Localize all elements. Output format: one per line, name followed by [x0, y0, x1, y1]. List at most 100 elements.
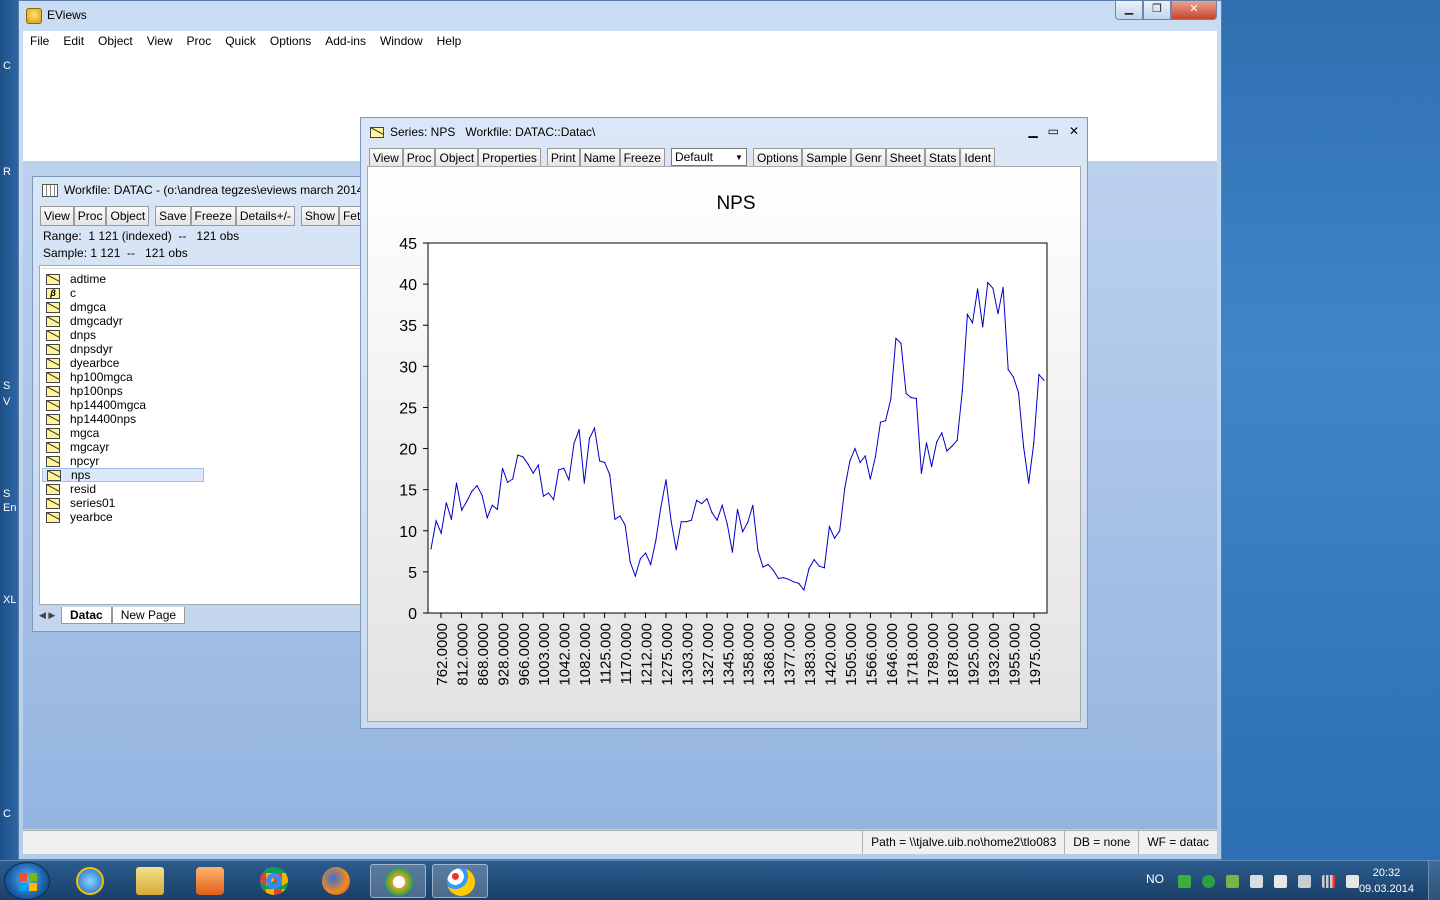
list-item[interactable]: npcyr [42, 454, 204, 468]
list-item[interactable]: nps [42, 468, 204, 482]
menu-file[interactable]: File [23, 31, 56, 51]
network-signal-icon[interactable] [1322, 875, 1335, 888]
data-point [501, 467, 504, 469]
list-item[interactable]: dnps [42, 328, 204, 342]
list-item[interactable]: yearbce [42, 510, 204, 524]
list-item[interactable]: hp100nps [42, 384, 204, 398]
title-bar[interactable]: EViews ▁ ❐ ✕ [19, 1, 1221, 31]
data-point [1033, 442, 1035, 444]
taskbar-eviews[interactable] [370, 864, 426, 898]
series-minimize-icon[interactable]: ▁ [1028, 124, 1037, 138]
series-view-button[interactable]: View [369, 148, 403, 168]
tray-add-icon[interactable] [1178, 875, 1191, 888]
clock[interactable]: 20:32 09.03.2014 [1359, 865, 1414, 897]
list-item[interactable]: series01 [42, 496, 204, 510]
list-item[interactable]: βc [42, 286, 204, 300]
x-tick-label: 1566.000 [863, 623, 880, 686]
eviews-app-icon[interactable] [26, 8, 42, 24]
taskbar-ie[interactable] [62, 864, 118, 898]
series-ident-button[interactable]: Ident [960, 148, 996, 168]
taskbar-media-player[interactable] [182, 864, 238, 898]
workfile-toolbar: View Proc Object Save Freeze Details+/- … [40, 206, 393, 226]
list-item[interactable]: dyearbce [42, 356, 204, 370]
menu-object[interactable]: Object [91, 31, 140, 51]
sample-info[interactable]: Sample: 1 121 -- 121 obs [43, 246, 188, 260]
maximize-button[interactable]: ❐ [1143, 1, 1171, 20]
x-tick-label: 1212.000 [638, 623, 655, 686]
nps-line-chart[interactable]: NPS 0 5 10 15 20 25 30 35 40 45 762.0000 812.0000 8… [368, 167, 1080, 721]
wf-view-button[interactable]: View [40, 206, 74, 226]
list-item[interactable]: hp14400mgca [42, 398, 204, 412]
start-button[interactable] [4, 862, 50, 900]
taskbar-firefox[interactable] [308, 864, 364, 898]
menu-proc[interactable]: Proc [180, 31, 219, 51]
minimize-button[interactable]: ▁ [1115, 1, 1143, 20]
status-db[interactable]: DB = none [1064, 831, 1138, 854]
internet-explorer-icon [76, 867, 104, 895]
series-object-button[interactable]: Object [435, 148, 479, 168]
list-item[interactable]: dnpsdyr [42, 342, 204, 356]
menu-quick[interactable]: Quick [218, 31, 263, 51]
list-item[interactable]: hp14400nps [42, 412, 204, 426]
graph-template-select[interactable]: Default ▼ [670, 148, 747, 166]
series-icon [47, 469, 61, 481]
list-item[interactable]: mgcayr [42, 440, 204, 454]
wf-save-button[interactable]: Save [155, 206, 191, 226]
list-item[interactable]: dmgca [42, 300, 204, 314]
series-freeze-button[interactable]: Freeze [619, 148, 665, 168]
taskbar-chrome[interactable] [246, 864, 302, 898]
menu-edit[interactable]: Edit [56, 31, 91, 51]
series-title-bar[interactable]: Series: NPS Workfile: DATAC::Datac\ [370, 125, 595, 139]
series-properties-button[interactable]: Properties [478, 148, 541, 168]
wf-proc-button[interactable]: Proc [73, 206, 107, 226]
taskbar-paint[interactable] [432, 864, 488, 898]
tray-shield-icon[interactable] [1226, 875, 1239, 888]
range-info[interactable]: Range: 1 121 (indexed) -- 121 obs [43, 229, 239, 243]
menu-window[interactable]: Window [373, 31, 430, 51]
series-name-button[interactable]: Name [579, 148, 620, 168]
series-sample-button[interactable]: Sample [802, 148, 851, 168]
wf-details-button[interactable]: Details+/- [235, 206, 295, 226]
workfile-object-panel[interactable]: adtime β c dmgca dmgcadyr dnps dnpsdyr dyearbce… [39, 265, 373, 605]
series-icon [46, 315, 60, 327]
object-name: dmgcadyr [70, 314, 123, 328]
series-close-icon[interactable]: ✕ [1069, 124, 1079, 138]
series-stats-button[interactable]: Stats [925, 148, 961, 168]
tray-sync-icon[interactable] [1202, 875, 1215, 888]
tab-datac[interactable]: Datac [61, 607, 112, 624]
menu-add-ins[interactable]: Add-ins [318, 31, 373, 51]
workfile-title-bar[interactable]: Workfile: DATAC - (o:\andrea tegzes\evie… [42, 183, 367, 197]
series-sheet-button[interactable]: Sheet [885, 148, 926, 168]
graph-area[interactable]: NPS 0 5 10 15 20 25 30 35 40 45 762.0000 812.0000 8… [367, 166, 1081, 722]
tray-notes-icon[interactable] [1298, 875, 1311, 888]
data-point [798, 582, 800, 584]
series-options-button[interactable]: Options [752, 148, 803, 168]
taskbar-explorer[interactable] [122, 864, 178, 898]
data-point [680, 521, 682, 523]
list-item[interactable]: dmgcadyr [42, 314, 204, 328]
wf-object-button[interactable]: Object [106, 206, 150, 226]
close-button[interactable]: ✕ [1171, 1, 1217, 20]
series-genr-button[interactable]: Genr [850, 148, 886, 168]
tray-monitor-icon[interactable] [1250, 875, 1263, 888]
list-item[interactable]: resid [42, 482, 204, 496]
series-maximize-icon[interactable]: ▭ [1048, 124, 1059, 138]
wf-show-button[interactable]: Show [300, 206, 339, 226]
tab-scroll-arrows-icon[interactable]: ◀ ▶ [39, 610, 61, 621]
series-proc-button[interactable]: Proc [402, 148, 436, 168]
show-desktop-button[interactable] [1428, 861, 1440, 900]
list-item[interactable]: hp100mgca [42, 370, 204, 384]
list-item[interactable]: adtime [42, 272, 204, 286]
language-indicator[interactable]: NO [1146, 872, 1164, 886]
tray-flag-icon[interactable] [1274, 875, 1287, 888]
status-wf[interactable]: WF = datac [1138, 831, 1217, 854]
menu-options[interactable]: Options [263, 31, 318, 51]
menu-help[interactable]: Help [430, 31, 469, 51]
menu-view[interactable]: View [140, 31, 180, 51]
status-path[interactable]: Path = \\tjalve.uib.no\home2\tlo083 [862, 831, 1064, 854]
tab-new-page[interactable]: New Page [111, 607, 186, 624]
volume-icon[interactable] [1346, 875, 1359, 888]
series-print-button[interactable]: Print [546, 148, 580, 168]
wf-freeze-button[interactable]: Freeze [190, 206, 236, 226]
list-item[interactable]: mgca [42, 426, 204, 440]
